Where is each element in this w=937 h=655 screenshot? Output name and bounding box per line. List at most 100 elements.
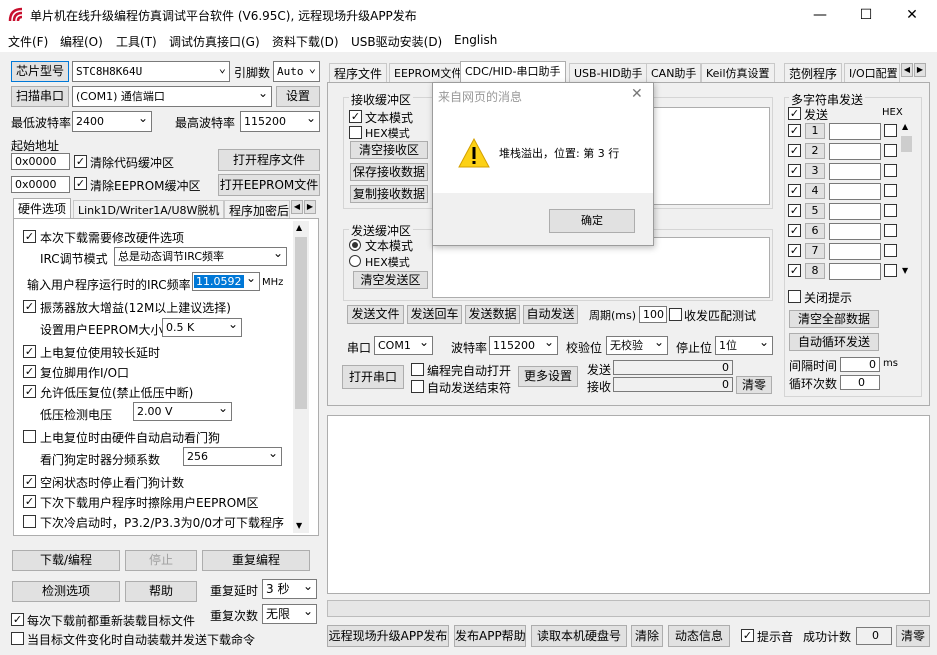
multi-row-input[interactable]: [829, 163, 881, 180]
right-tab-left-icon[interactable]: ◀: [901, 63, 913, 77]
beep-checkbox[interactable]: ✓: [741, 629, 754, 642]
publish-help-button[interactable]: 发布APP帮助: [454, 625, 526, 647]
close-button[interactable]: ✕: [889, 0, 935, 30]
pin-count-select[interactable]: Auto: [273, 61, 320, 82]
osc-amp-checkbox[interactable]: ✓: [23, 300, 36, 313]
tab-program-file[interactable]: 程序文件: [329, 63, 388, 82]
dynamic-info-button[interactable]: 动态信息: [668, 625, 730, 647]
send-data-button[interactable]: 发送数据: [465, 305, 520, 324]
repeat-delay-select[interactable]: 3 秒: [262, 579, 317, 599]
multi-scroll-down-icon[interactable]: ▼: [902, 266, 908, 275]
eeprom-size-select[interactable]: 0.5 K: [162, 318, 242, 337]
port-select[interactable]: (COM1) 通信端口: [72, 86, 272, 107]
min-baud-select[interactable]: 2400: [72, 111, 152, 132]
multi-row-hex-checkbox[interactable]: [884, 124, 897, 137]
multi-row-hex-checkbox[interactable]: [884, 244, 897, 257]
multi-row-checkbox[interactable]: ✓: [788, 164, 801, 177]
publish-app-button[interactable]: 远程现场升级APP发布: [327, 625, 449, 647]
multi-row-send-button[interactable]: 3: [805, 163, 825, 179]
more-settings-button[interactable]: 更多设置: [518, 366, 578, 387]
multi-scroll-up-icon[interactable]: ▲: [902, 122, 908, 131]
multi-scrollbar[interactable]: ▲ ▼: [900, 122, 913, 278]
scroll-up-icon[interactable]: ▲: [296, 223, 302, 232]
tab-cdc-hid-serial[interactable]: CDC/HID-串口助手: [460, 61, 566, 82]
clear-counts-button[interactable]: 清零: [736, 376, 772, 394]
scan-port-button[interactable]: 扫描串口: [11, 86, 69, 107]
clear-receive-button[interactable]: 清空接收区: [350, 141, 428, 159]
tab-hardware-options[interactable]: 硬件选项: [13, 198, 72, 218]
menu-program[interactable]: 编程(O): [60, 33, 103, 50]
need-modify-checkbox[interactable]: ✓: [23, 230, 36, 243]
irc-freq-select[interactable]: 11.0592: [192, 272, 260, 291]
stop-button[interactable]: 停止: [125, 550, 197, 571]
multi-row-checkbox[interactable]: ✓: [788, 224, 801, 237]
message-output-area[interactable]: [327, 415, 930, 594]
wdt-div-select[interactable]: 256: [183, 447, 282, 466]
tab-eeprom-file[interactable]: EEPROM文件: [389, 63, 468, 82]
minimize-button[interactable]: —: [797, 0, 843, 30]
tab-offline[interactable]: Link1D/Writer1A/U8W脱机: [73, 200, 225, 218]
multi-row-send-button[interactable]: 1: [805, 123, 825, 139]
multi-row-checkbox[interactable]: ✓: [788, 204, 801, 217]
chip-select[interactable]: STC8H8K64U: [72, 61, 230, 82]
tab-examples[interactable]: 范例程序: [784, 63, 843, 82]
clear-all-button[interactable]: 清空全部数据: [789, 310, 879, 328]
reload-each-checkbox[interactable]: ✓: [11, 613, 24, 626]
open-program-file-button[interactable]: 打开程序文件: [218, 149, 320, 171]
multi-row-input[interactable]: [829, 243, 881, 260]
close-on-send-checkbox[interactable]: [411, 380, 424, 393]
irc-mode-select[interactable]: 总是动态调节IRC频率: [114, 247, 287, 266]
multi-row-input[interactable]: [829, 183, 881, 200]
multi-row-checkbox[interactable]: ✓: [788, 244, 801, 257]
send-text-mode-radio[interactable]: [349, 239, 361, 251]
tab-can[interactable]: CAN助手: [646, 63, 702, 82]
options-scrollbar[interactable]: ▲ ▼: [293, 221, 309, 533]
dialog-close-icon[interactable]: ✕: [631, 86, 643, 102]
match-test-checkbox[interactable]: [669, 308, 682, 321]
recv-hex-mode-checkbox[interactable]: [349, 126, 362, 139]
multi-row-send-button[interactable]: 7: [805, 243, 825, 259]
auto-send-button[interactable]: 自动发送: [523, 305, 578, 324]
multi-row-send-button[interactable]: 4: [805, 183, 825, 199]
save-receive-button[interactable]: 保存接收数据: [350, 163, 428, 181]
lvd-voltage-select[interactable]: 2.00 V: [133, 402, 232, 421]
send-return-button[interactable]: 发送回车: [407, 305, 462, 324]
repeat-count-select[interactable]: 无限: [262, 604, 317, 624]
menu-file[interactable]: 文件(F): [8, 33, 48, 50]
period-input[interactable]: 100: [639, 306, 667, 323]
loop-count-input[interactable]: 0: [840, 375, 880, 390]
multi-row-hex-checkbox[interactable]: [884, 264, 897, 277]
open-eeprom-file-button[interactable]: 打开EEPROM文件: [218, 174, 320, 196]
auto-loop-button[interactable]: 自动循环发送: [789, 333, 879, 351]
cold-boot-checkbox[interactable]: [23, 515, 36, 528]
send-file-button[interactable]: 发送文件: [347, 305, 404, 324]
recv-text-mode-checkbox[interactable]: ✓: [349, 110, 362, 123]
download-button[interactable]: 下载/编程: [12, 550, 120, 571]
multi-row-send-button[interactable]: 5: [805, 203, 825, 219]
multi-row-send-button[interactable]: 6: [805, 223, 825, 239]
open-port-button[interactable]: 打开串口: [342, 365, 404, 389]
erase-eeprom-checkbox[interactable]: ✓: [23, 495, 36, 508]
tab-usb-hid[interactable]: USB-HID助手: [569, 63, 648, 82]
long-reset-checkbox[interactable]: ✓: [23, 345, 36, 358]
multi-row-hex-checkbox[interactable]: [884, 164, 897, 177]
copy-receive-button[interactable]: 复制接收数据: [350, 185, 428, 203]
check-options-button[interactable]: 检测选项: [12, 581, 120, 602]
interval-input[interactable]: 0: [840, 357, 880, 372]
open-on-prog-checkbox[interactable]: [411, 363, 424, 376]
close-hint-checkbox[interactable]: [788, 290, 801, 303]
multi-row-input[interactable]: [829, 203, 881, 220]
clear-send-button[interactable]: 清空发送区: [353, 271, 428, 289]
send-hex-mode-radio[interactable]: [349, 255, 361, 267]
multi-row-hex-checkbox[interactable]: [884, 144, 897, 157]
read-disk-button[interactable]: 读取本机硬盘号: [531, 625, 627, 647]
clear-button[interactable]: 清除: [631, 625, 663, 647]
multi-row-checkbox[interactable]: ✓: [788, 124, 801, 137]
code-address-input[interactable]: 0x0000: [11, 153, 70, 170]
multi-scroll-thumb[interactable]: [901, 136, 912, 152]
multi-row-input[interactable]: [829, 223, 881, 240]
tab-scroll-right-icon[interactable]: ▶: [304, 200, 316, 214]
chip-type-button[interactable]: 芯片型号: [11, 61, 69, 82]
multi-row-send-button[interactable]: 2: [805, 143, 825, 159]
dialog-ok-button[interactable]: 确定: [549, 209, 635, 233]
